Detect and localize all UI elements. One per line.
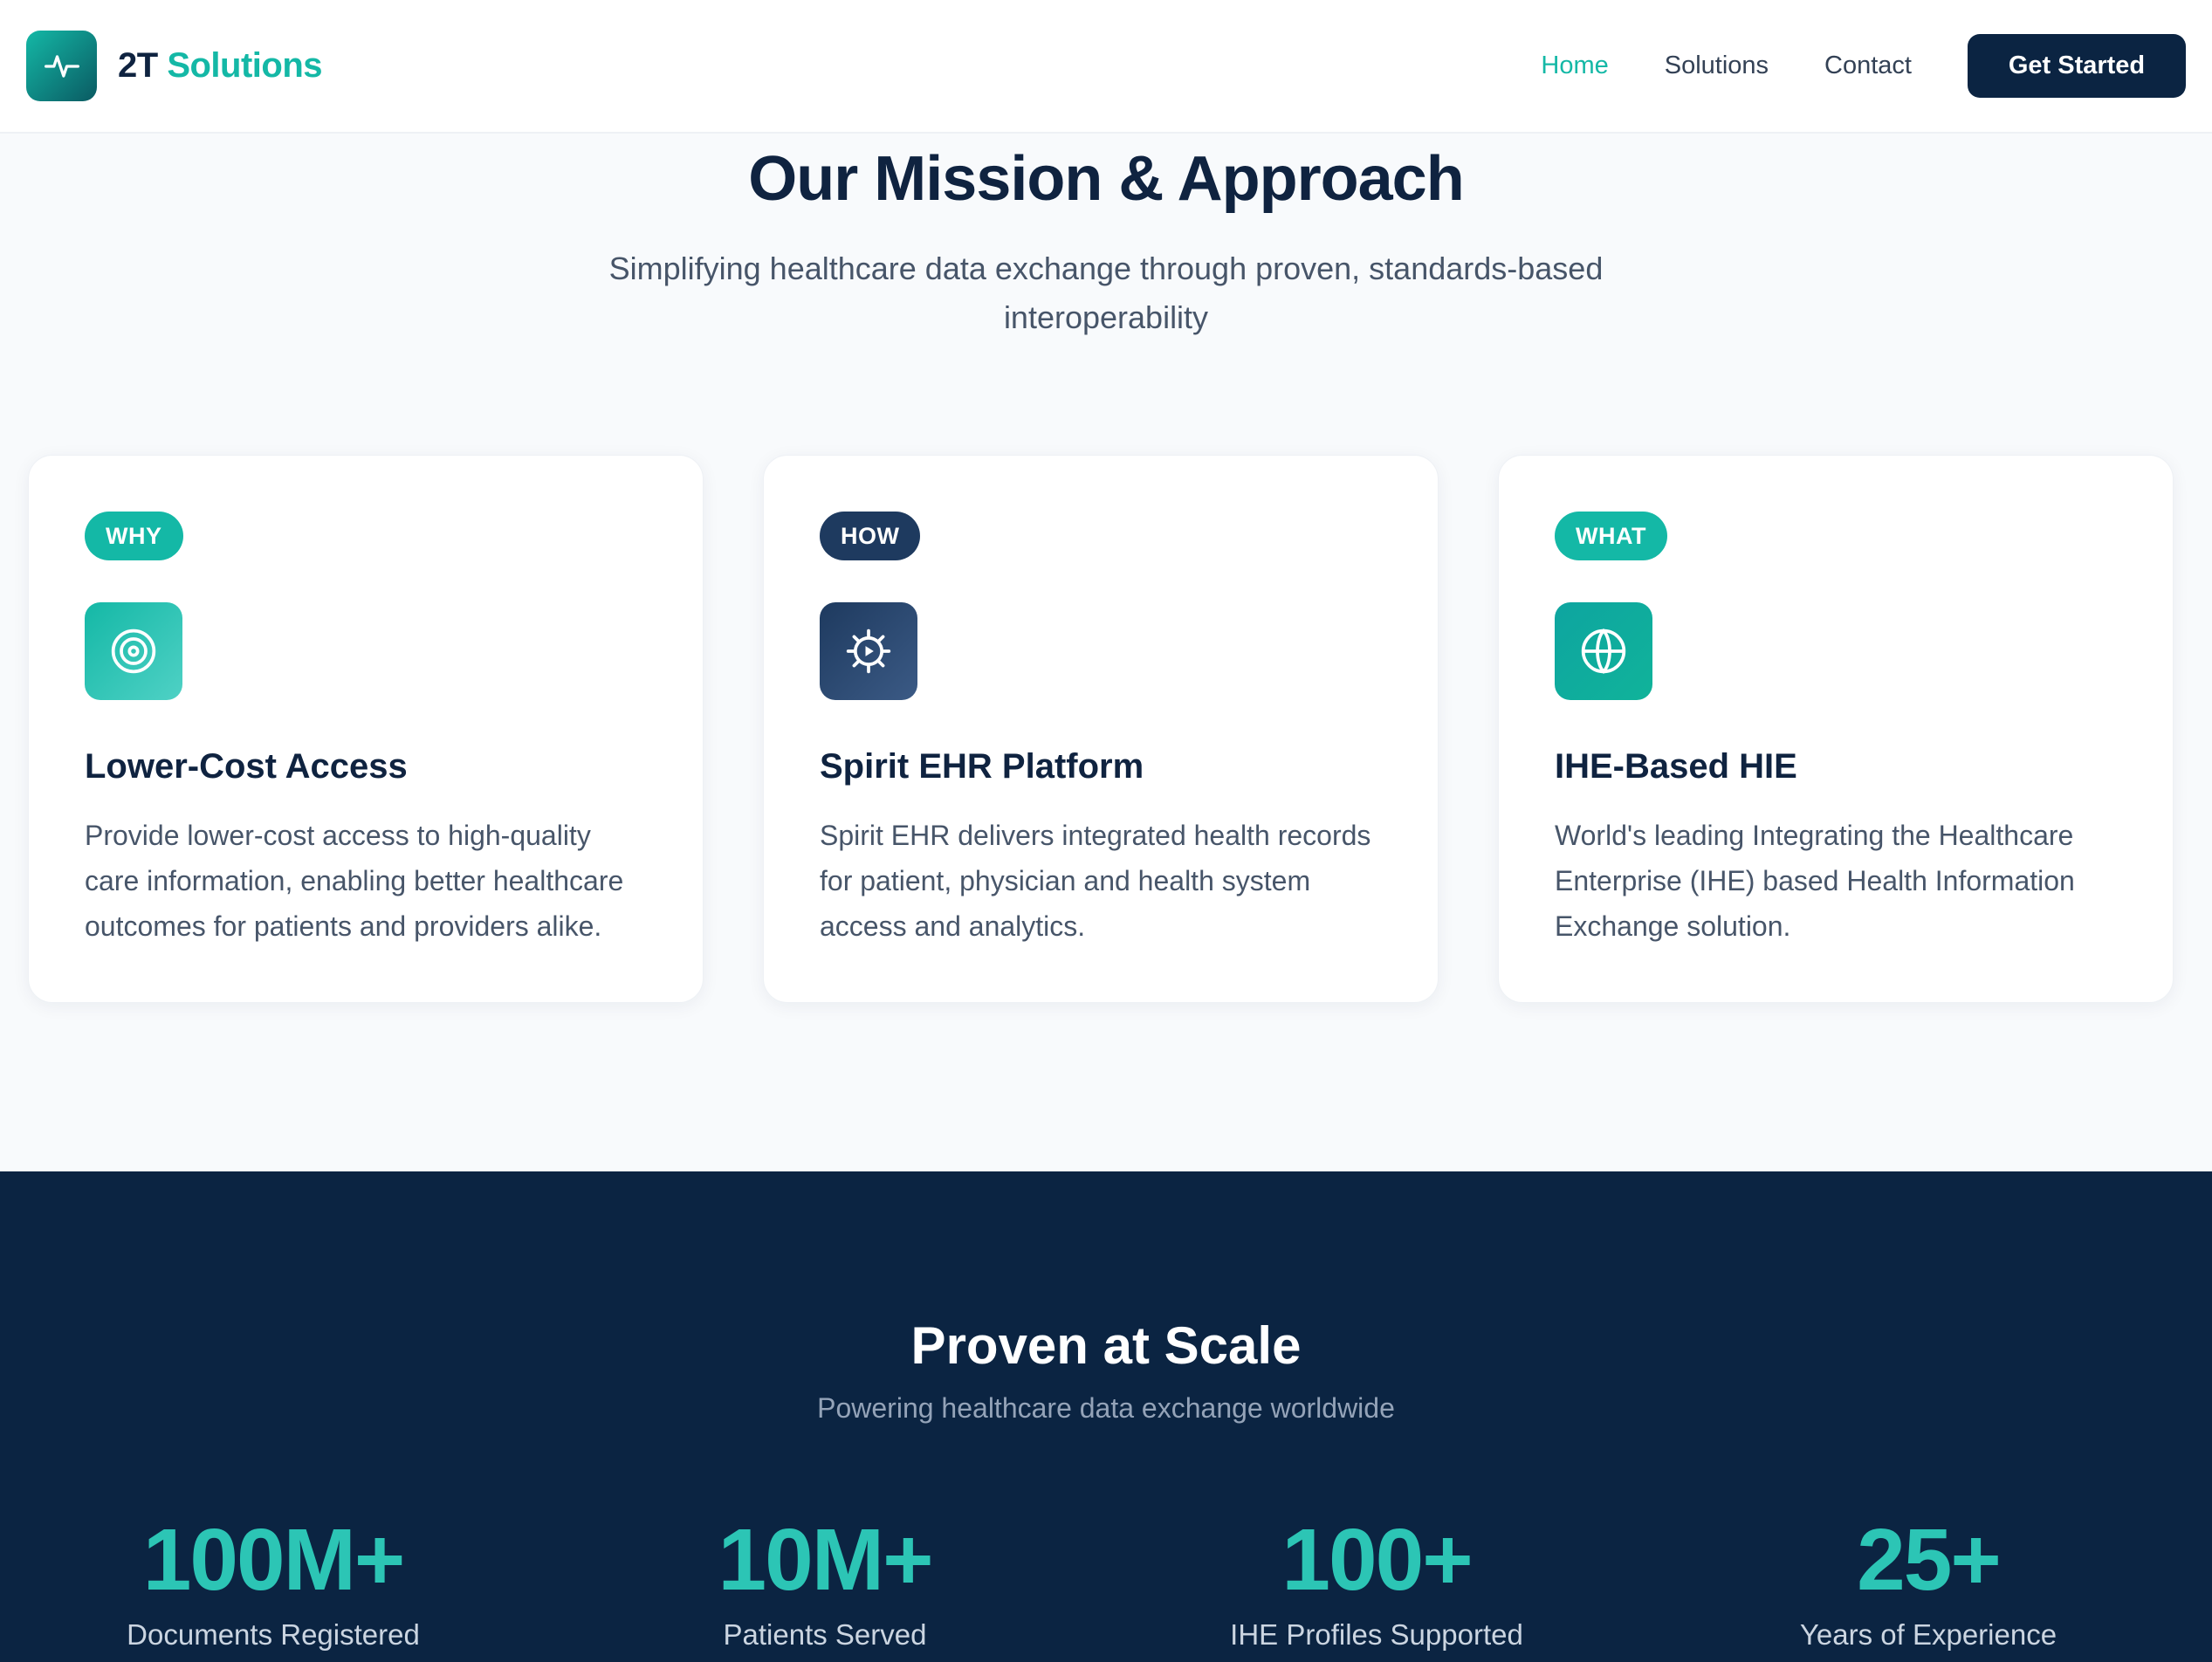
card-what: WHAT IHE-Based HIE World's leading Integ…	[1498, 455, 2174, 1003]
stat-label: Years of Experience	[1799, 1618, 2057, 1651]
nav-contact-link[interactable]: Contact	[1824, 52, 1912, 80]
card-title: IHE-Based HIE	[1555, 747, 1797, 786]
brand-suffix: Solutions	[167, 46, 323, 85]
stat-value: 25+	[1857, 1511, 2002, 1609]
get-started-button[interactable]: Get Started	[1968, 34, 2186, 98]
site-header: 2T Solutions Home Solutions Contact Get …	[0, 0, 2212, 134]
card-tag: WHAT	[1555, 512, 1667, 560]
stats-section: Proven at Scale Powering healthcare data…	[0, 1171, 2212, 1662]
brand-prefix: 2T	[118, 46, 158, 85]
brand-name[interactable]: 2T Solutions	[118, 46, 323, 86]
globe-icon	[1555, 602, 1652, 700]
card-body: Spirit EHR delivers integrated health re…	[820, 820, 1371, 942]
stat-documents: 100M+ Documents Registered	[55, 1512, 491, 1652]
card-why: WHY Lower-Cost Access Provide lower-cost…	[28, 455, 704, 1003]
mission-subtitle: Simplifying healthcare data exchange thr…	[608, 251, 1604, 335]
logo-pulse-icon[interactable]	[26, 31, 97, 101]
target-icon	[85, 602, 182, 700]
card-title: Lower-Cost Access	[85, 747, 408, 786]
nav-solutions-link[interactable]: Solutions	[1665, 52, 1769, 80]
stat-label: IHE Profiles Supported	[1230, 1618, 1523, 1651]
stat-label: Documents Registered	[127, 1618, 420, 1651]
card-title: Spirit EHR Platform	[820, 747, 1144, 786]
stat-years: 25+ Years of Experience	[1710, 1512, 2147, 1652]
stats-subtitle: Powering healthcare data exchange worldw…	[817, 1392, 1395, 1424]
stat-value: 10M+	[718, 1511, 934, 1609]
stat-profiles: 100+ IHE Profiles Supported	[1158, 1512, 1595, 1652]
card-body: World's leading Integrating the Healthca…	[1555, 820, 2075, 942]
stat-value: 100+	[1281, 1511, 1473, 1609]
main-nav: Home Solutions Contact Get Started	[1485, 34, 2186, 98]
stat-patients: 10M+ Patients Served	[607, 1512, 1043, 1652]
stats-title: Proven at Scale	[910, 1316, 1302, 1375]
card-tag: HOW	[820, 512, 921, 560]
stat-value: 100M+	[142, 1511, 406, 1609]
stat-label: Patients Served	[723, 1618, 927, 1651]
card-tag: WHY	[85, 512, 183, 560]
mission-title: Our Mission & Approach	[748, 144, 1464, 214]
gear-icon	[820, 602, 917, 700]
card-how: HOW Spirit EHR Platform Spirit EHR deliv…	[763, 455, 1439, 1003]
nav-home-link[interactable]: Home	[1541, 52, 1608, 80]
card-body: Provide lower-cost access to high-qualit…	[85, 820, 624, 942]
